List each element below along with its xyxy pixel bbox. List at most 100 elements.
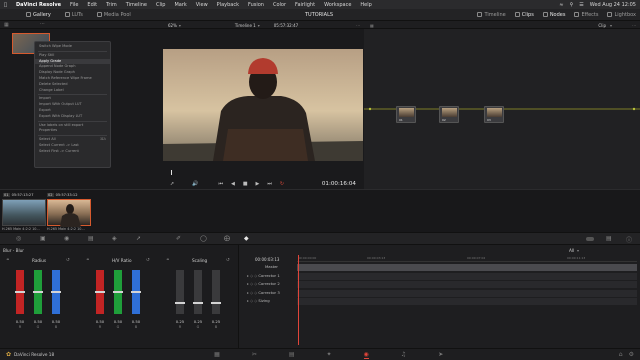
blur-slider-value[interactable]: 0.25 [191, 319, 205, 324]
keyframe-track[interactable] [297, 289, 637, 297]
node-mode[interactable]: Clip [598, 23, 606, 28]
jump-end-icon[interactable]: ⏭ [267, 181, 272, 187]
context-menu-item[interactable]: Change Label [35, 88, 110, 94]
node-02[interactable]: 02 [439, 106, 459, 123]
link-icon[interactable]: ⚭ [166, 258, 170, 263]
nodes-toggle[interactable]: Nodes [542, 12, 565, 18]
qualifier-icon[interactable]: ✐ [176, 235, 181, 242]
viewer-scrubber[interactable] [162, 168, 364, 175]
color-match-icon[interactable]: ▣ [40, 235, 46, 242]
effects-toggle[interactable]: Effects [574, 12, 598, 18]
menubar-datetime[interactable]: Wed Aug 24 12:05 [590, 2, 636, 8]
reset-icon[interactable]: ↺ [226, 258, 230, 263]
blur-slider-knob[interactable] [95, 291, 105, 293]
zoom-level[interactable]: 62% [168, 23, 177, 28]
node-01[interactable]: 01 [396, 106, 416, 123]
viewer-options-icon[interactable]: ⋯ [356, 23, 360, 28]
blur-slider[interactable] [95, 270, 105, 314]
keyframes-filter[interactable]: All [569, 248, 574, 253]
blur-slider-knob[interactable] [131, 291, 141, 293]
menu-help[interactable]: Help [360, 2, 371, 8]
control-center-icon[interactable]: ☰ [579, 2, 583, 8]
camera-raw-icon[interactable]: ◎ [16, 235, 21, 242]
link-icon[interactable]: ⚭ [6, 258, 10, 263]
tracker-icon[interactable]: ⨁ [224, 235, 230, 242]
reset-icon[interactable]: ↺ [66, 258, 70, 263]
timeline-dropdown-icon[interactable]: ▾ [258, 23, 260, 28]
blur-slider-knob[interactable] [211, 302, 221, 304]
keyframe-track[interactable] [297, 272, 637, 280]
window-icon[interactable]: ◯ [200, 235, 207, 242]
nodes-zoom-icon[interactable]: ▦ [370, 23, 374, 28]
link-icon[interactable]: ⚭ [86, 258, 90, 263]
menu-app-name[interactable]: DaVinci Resolve [16, 2, 61, 8]
page-fusion-icon[interactable]: ✦ [327, 351, 332, 358]
keyframe-track[interactable] [297, 264, 637, 271]
keyframes-icon[interactable]: ◆ [244, 235, 249, 242]
clips-toggle[interactable]: Clips [514, 12, 534, 18]
menu-fairlight[interactable]: Fairlight [295, 2, 315, 8]
blur-slider-knob[interactable] [193, 302, 203, 304]
keyframe-row-controls-icon[interactable]: ▸ ◇ ◇ [247, 290, 258, 295]
scrubber-playhead[interactable] [171, 170, 172, 175]
blur-slider[interactable] [51, 270, 61, 314]
keyframes-playhead[interactable] [298, 255, 299, 345]
blur-slider-knob[interactable] [113, 291, 123, 293]
keyframe-row-controls-icon[interactable]: ▸ ◇ ◇ [247, 298, 258, 303]
audio-icon[interactable]: 🔊 [192, 181, 198, 187]
page-media-icon[interactable]: ▦ [214, 351, 220, 358]
curves-icon[interactable]: ➚ [136, 235, 141, 242]
keyframe-track[interactable] [297, 298, 637, 305]
gallery-toggle[interactable]: Gallery [26, 12, 51, 18]
project-manager-icon[interactable]: ⌂ [619, 351, 623, 358]
page-color-icon[interactable]: ◉ [363, 351, 369, 359]
menu-trim[interactable]: Trim [106, 2, 117, 8]
timeline-toggle[interactable]: Timeline [477, 12, 506, 18]
scopes-icon[interactable]: ▤ [606, 235, 612, 242]
blur-slider[interactable] [15, 270, 25, 314]
menu-file[interactable]: File [70, 2, 78, 8]
blur-slider-value[interactable]: 0.50 [31, 319, 45, 324]
menu-color[interactable]: Color [273, 2, 286, 8]
blur-slider-knob[interactable] [33, 291, 43, 293]
settings-icon[interactable]: ⚙ [629, 351, 634, 358]
luts-toggle[interactable]: LUTs [64, 12, 83, 18]
palette-toggle[interactable] [586, 237, 594, 241]
viewer-tools-icon[interactable]: ➚ [170, 181, 174, 187]
gallery-options-icon[interactable]: ⋯ [40, 21, 45, 27]
context-menu-item[interactable]: Switch Wipe Mode [35, 44, 110, 50]
blur-slider[interactable] [175, 270, 185, 314]
blur-slider-value[interactable]: 0.50 [111, 319, 125, 324]
blur-slider-knob[interactable] [51, 291, 61, 293]
keyframe-row-controls-icon[interactable]: ▸ ◇ ◇ [247, 273, 258, 278]
blur-slider[interactable] [131, 270, 141, 314]
keyframe-row-controls-icon[interactable]: ▸ ◇ ◇ [247, 281, 258, 286]
blur-slider-value[interactable]: 0.50 [93, 319, 107, 324]
media-pool-toggle[interactable]: Media Pool [96, 12, 131, 18]
motion-effects-icon[interactable]: ◈ [112, 235, 117, 242]
search-icon[interactable]: ⚲ [570, 2, 574, 8]
apple-icon[interactable]:  [4, 2, 7, 8]
clip-thumbnail-1[interactable] [2, 199, 46, 226]
rgb-mixer-icon[interactable]: ▤ [88, 235, 94, 242]
play-reverse-icon[interactable]: ◀ [231, 181, 235, 187]
loop-icon[interactable]: ↻ [280, 181, 284, 187]
keyframe-row[interactable]: ▸ ◇ ◇ Corrector 1 [247, 272, 280, 280]
zoom-dropdown-icon[interactable]: ▾ [179, 23, 181, 28]
page-fairlight-icon[interactable]: ♫ [401, 351, 406, 358]
menu-playback[interactable]: Playback [217, 2, 239, 8]
menu-timeline[interactable]: Timeline [126, 2, 147, 8]
gallery-view-icon[interactable]: ▦ [4, 22, 9, 28]
node-mode-dropdown-icon[interactable]: ▾ [610, 23, 612, 28]
menu-clip[interactable]: Clip [156, 2, 165, 8]
play-icon[interactable]: ▶ [256, 181, 260, 187]
context-menu-item[interactable]: Export With Display LUT [35, 114, 110, 120]
blur-slider[interactable] [113, 270, 123, 314]
node-editor[interactable]: 01 02 03 [364, 29, 640, 189]
blur-slider-knob[interactable] [15, 291, 25, 293]
info-icon[interactable]: ⓘ [626, 235, 632, 244]
color-wheels-icon[interactable]: ◉ [64, 235, 69, 242]
wifi-icon[interactable]: ≈ [559, 2, 563, 8]
viewer-frame[interactable] [163, 49, 363, 161]
menu-edit[interactable]: Edit [87, 2, 97, 8]
